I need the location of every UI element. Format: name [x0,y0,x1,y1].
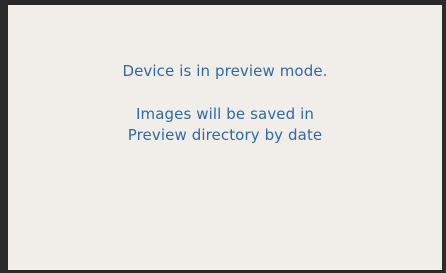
save-info-text-line2: Preview directory by date [127,126,323,144]
save-info-text-line1: Images will be saved in [136,105,314,123]
preview-mode-status-text: Device is in preview mode. [122,62,328,80]
preview-mode-screen: Device is in preview mode. Images will b… [0,0,446,273]
